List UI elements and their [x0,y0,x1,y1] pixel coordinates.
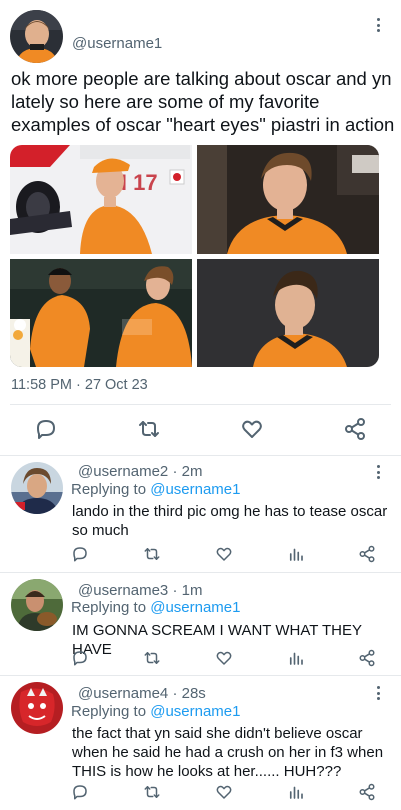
reply-tweet: @username4 · 28s Replying to @username1 … [0,675,401,810]
reply-author-handle[interactable]: @username3 · 1m [78,582,202,599]
share-icon[interactable] [358,783,376,801]
comment-icon[interactable] [71,783,89,801]
reply-author-handle[interactable]: @username2 · 2m [78,463,202,480]
photo-1[interactable]: CI 17 [10,145,192,254]
more-vertical-icon[interactable] [372,463,384,481]
stats-icon[interactable] [287,545,305,563]
avatar[interactable] [11,682,63,734]
retweet-icon[interactable] [137,417,161,441]
photo-2[interactable] [197,145,379,254]
heart-icon[interactable] [215,783,233,801]
stats-icon[interactable] [287,649,305,667]
tweet-timestamp: 11:58 PM · 27 Oct 23 [11,377,148,393]
avatar[interactable] [11,579,63,631]
replying-to: Replying to @username1 [71,703,241,720]
replying-to-prefix: Replying to [71,481,151,498]
reply-text: the fact that yn said she didn't believe… [72,725,384,780]
replying-to-link[interactable]: @username1 [150,481,240,498]
reply-author-handle[interactable]: @username4 · 28s [78,685,206,702]
retweet-icon[interactable] [143,545,161,563]
photo-3[interactable] [10,259,192,367]
share-icon[interactable] [343,417,367,441]
reply-tweet: @username3 · 1m Replying to @username1 I… [0,572,401,673]
retweet-icon[interactable] [143,649,161,667]
replying-to-prefix: Replying to [71,599,151,616]
share-icon[interactable] [358,545,376,563]
avatar[interactable] [11,462,63,514]
media-grid: CI 17 [10,145,379,367]
main-tweet: @username1 ok more people are talking ab… [0,0,401,455]
more-vertical-icon[interactable] [372,684,384,702]
reply-actions [0,545,401,567]
tweet-actions [0,414,401,444]
tweet-text: ok more people are talking about oscar a… [11,68,395,135]
replying-to-link[interactable]: @username1 [150,599,240,616]
heart-icon[interactable] [215,649,233,667]
reply-actions [0,783,401,805]
comment-icon[interactable] [71,649,89,667]
replying-to-link[interactable]: @username1 [150,703,240,720]
more-vertical-icon[interactable] [372,16,384,34]
reply-tweet: @username2 · 2m Replying to @username1 l… [0,455,401,570]
replying-to: Replying to @username1 [71,599,241,616]
heart-icon[interactable] [240,417,264,441]
comment-icon[interactable] [71,545,89,563]
heart-icon[interactable] [215,545,233,563]
stats-icon[interactable] [287,783,305,801]
divider [10,404,391,405]
reply-actions [0,649,401,671]
tweet-author-handle[interactable]: @username1 [72,35,162,52]
photo-4[interactable] [197,259,379,367]
avatar[interactable] [10,10,63,63]
comment-icon[interactable] [34,417,58,441]
reply-text: lando in the third pic omg he has to tea… [72,503,388,539]
replying-to: Replying to @username1 [71,481,241,498]
replying-to-prefix: Replying to [71,703,151,720]
retweet-icon[interactable] [143,783,161,801]
share-icon[interactable] [358,649,376,667]
